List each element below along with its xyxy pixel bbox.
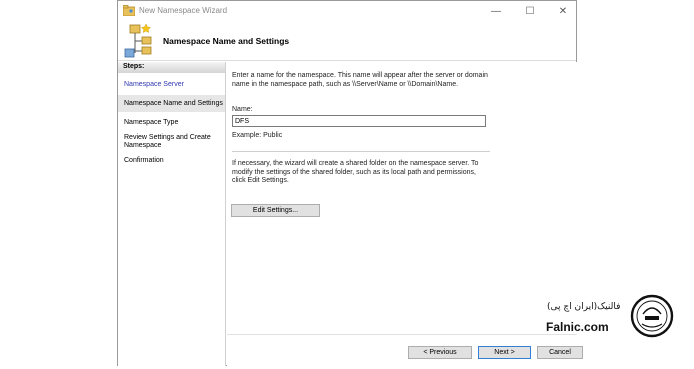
step-confirmation: Confirmation — [124, 157, 164, 164]
steps-heading: Steps: — [118, 62, 225, 73]
page-title: Namespace Name and Settings — [163, 36, 290, 46]
brand-text: Falnic.com — [546, 320, 609, 334]
maximize-icon: ☐ — [525, 5, 535, 17]
falnic-logo — [630, 294, 674, 338]
maximize-button[interactable]: ☐ — [513, 1, 547, 21]
shared-folder-note: If necessary, the wizard will create a s… — [232, 160, 479, 184]
divider — [232, 151, 490, 152]
intro-text: Enter a name for the namespace. This nam… — [232, 72, 488, 88]
step-review-settings: Review Settings and Create Namespace — [124, 134, 211, 149]
namespace-wizard-icon — [124, 23, 152, 58]
wizard-content: Enter a name for the namespace. This nam… — [227, 62, 583, 366]
step-namespace-server: Namespace Server — [124, 81, 184, 88]
wizard-window: New Namespace Wizard — ☐ ✕ Namespace Nam… — [117, 0, 583, 366]
minimize-button[interactable]: — — [479, 1, 513, 21]
name-label: Name: — [232, 106, 253, 113]
minimize-icon: — — [491, 5, 501, 17]
folder-tree-icon — [123, 5, 135, 16]
cancel-button[interactable]: Cancel — [537, 346, 583, 359]
edit-settings-button[interactable]: Edit Settings... — [231, 204, 320, 217]
step-namespace-type: Namespace Type — [124, 119, 179, 126]
title-bar: New Namespace Wizard — ☐ ✕ — [118, 1, 576, 21]
namespace-name-input[interactable] — [232, 115, 486, 127]
example-text: Example: Public — [232, 132, 283, 139]
window-title: New Namespace Wizard — [139, 6, 228, 15]
footer-divider — [227, 334, 577, 335]
close-icon: ✕ — [558, 5, 568, 17]
brand-persian-text: فالنیک(ایران اچ پی) — [547, 302, 621, 312]
wizard-header: Namespace Name and Settings — [118, 21, 576, 61]
previous-button[interactable]: < Previous — [408, 346, 472, 359]
steps-sidebar: Steps: Namespace Server Namespace Name a… — [118, 62, 226, 366]
step-namespace-name-and-settings: Namespace Name and Settings — [124, 100, 223, 107]
next-button[interactable]: Next > — [478, 346, 531, 359]
close-button[interactable]: ✕ — [546, 1, 580, 21]
